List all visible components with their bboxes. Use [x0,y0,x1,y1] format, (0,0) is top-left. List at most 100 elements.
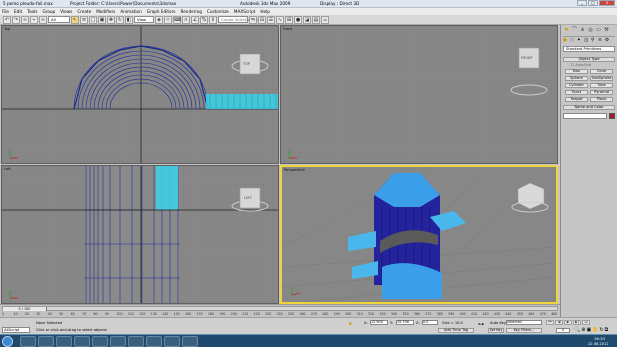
taskbar-3dsmax-icon[interactable] [128,336,144,347]
set-key-button[interactable]: Set Key [488,328,504,333]
viewport-left[interactable]: Left LEFT [1,165,279,304]
selection-filter-select[interactable]: All [48,16,70,23]
unlink-icon[interactable]: ⌁ [30,15,38,24]
zoom-all-icon[interactable]: ⊕ [581,327,585,334]
key-mode-select[interactable]: Selected [506,320,542,325]
render-frame-icon[interactable]: ▤ [312,15,320,24]
name-and-color-rollout[interactable]: Name and Color [563,105,615,110]
object-type-rollout[interactable]: Object Type [563,57,615,62]
torus-button[interactable]: Torus [565,90,588,95]
motion-tab-icon[interactable]: ◎ [587,27,594,34]
maximize-viewport-icon[interactable]: ⧉ [605,327,609,334]
align-icon[interactable]: ⊟ [258,15,266,24]
cameras-icon[interactable]: ◫ [584,38,590,43]
schematic-view-icon[interactable]: ⊞ [285,15,293,24]
cone-button[interactable]: Cone [590,69,613,74]
angle-snap-icon[interactable]: ∠ [191,15,199,24]
zoom-extents-icon[interactable]: ▣ [586,327,591,334]
select-by-name-icon[interactable]: ≡ [80,15,88,24]
primitive-category-select[interactable]: Standard Primitives [563,46,615,52]
geosphere-button[interactable]: GeoSphere [590,76,613,81]
modify-tab-icon[interactable]: ⌒ [571,27,578,34]
material-editor-icon[interactable]: ● [294,15,302,24]
pan-icon[interactable]: ✋ [592,327,598,334]
spinner-snap-icon[interactable]: ⇕ [209,15,217,24]
menu-file[interactable]: File [2,8,9,15]
cylinder-button[interactable]: Cylinder [565,83,588,88]
maximize-button[interactable]: □ [588,0,598,6]
menu-rendering[interactable]: Rendering [181,8,202,15]
taskbar-skype-icon[interactable] [92,336,108,347]
z-coord-field[interactable]: 0.0 [422,320,438,325]
plane-button[interactable]: Plane [590,97,613,102]
menu-group[interactable]: Group [42,8,55,15]
x-coord-field[interactable]: 12.900 [370,320,388,325]
mirror-icon[interactable]: ⇋ [249,15,257,24]
autogrid-checkbox[interactable]: ☐ AutoGrid [571,63,591,67]
snap-toggle-icon[interactable]: ∩ [182,15,190,24]
rectangle-selection-icon[interactable]: □ [89,15,97,24]
window-crossing-icon[interactable]: ▣ [98,15,106,24]
time-slider-thumb[interactable]: 0 / 100 [3,307,47,311]
taskbar-app-icon[interactable] [182,336,198,347]
previous-frame-icon[interactable]: ◀ [555,320,563,325]
reference-coordinate-select[interactable]: View [134,16,154,23]
bind-spacewarp-icon[interactable]: ≈ [39,15,47,24]
object-name-input[interactable] [563,113,607,119]
viewport-top[interactable]: Top TOP [1,25,279,164]
box-button[interactable]: Box [565,69,588,74]
set-key-icon[interactable]: ⊶ [478,321,486,329]
current-frame-field[interactable]: 0 [556,328,570,333]
taskbar-folder-icon[interactable] [38,336,54,347]
menu-create[interactable]: Create [77,8,91,15]
menu-views[interactable]: Views [60,8,72,15]
spacewarps-icon[interactable]: ≋ [598,38,604,43]
viewport-label-front[interactable]: Front [283,27,292,31]
sphere-button[interactable]: Sphere [565,76,588,81]
named-selection-set-input[interactable]: Create Selection Se [218,16,258,23]
menu-help[interactable]: Help [260,8,270,15]
object-color-swatch[interactable] [609,113,615,119]
link-icon[interactable]: ∞ [21,15,29,24]
taskbar-steam-icon[interactable] [146,336,162,347]
viewcube-front-label[interactable]: FRONT [521,56,533,60]
lock-selection-icon[interactable]: 🔒 [348,321,352,325]
select-object-icon[interactable]: ↖ [71,15,79,24]
go-to-end-icon[interactable]: ⏭ [582,320,590,325]
viewcube-top-label[interactable]: TOP [243,62,250,66]
pyramid-button[interactable]: Pyramid [590,90,613,95]
taskbar-ie-icon[interactable] [20,336,36,347]
utilities-tab-icon[interactable]: ⚒ [603,27,610,34]
shapes-icon[interactable]: ◌ [570,38,576,43]
viewcube-left-label[interactable]: LEFT [244,196,252,200]
systems-icon[interactable]: ⚙ [605,38,611,43]
manipulate-icon[interactable]: ✧ [164,15,172,24]
select-rotate-icon[interactable]: ↻ [116,15,124,24]
create-tab-icon[interactable]: ✸ [563,27,570,34]
menu-customize[interactable]: Customize [207,8,229,15]
orbit-icon[interactable]: ↻ [599,327,603,334]
next-frame-icon[interactable]: ▶| [573,320,581,325]
menu-modifiers[interactable]: Modifiers [96,8,115,15]
start-button-icon[interactable] [2,336,13,347]
teapot-button[interactable]: Teapot [565,97,588,102]
menu-animation[interactable]: Animation [120,8,141,15]
lights-icon[interactable]: ✦ [577,38,583,43]
y-coord-field[interactable]: 15.798 [396,320,414,325]
viewport-label-top[interactable]: Top [4,27,10,31]
taskbar-photoshop-icon[interactable] [164,336,180,347]
keyboard-shortcut-icon[interactable]: ⌨ [173,15,181,24]
pivot-center-icon[interactable]: ◈ [155,15,163,24]
select-move-icon[interactable]: ✥ [107,15,115,24]
go-to-start-icon[interactable]: ⏮ [546,320,554,325]
menu-edit[interactable]: Edit [14,8,22,15]
quick-render-icon[interactable]: ☕ [321,15,329,24]
taskbar-word-icon[interactable] [110,336,126,347]
viewport-label-left[interactable]: Left [4,167,11,171]
maxscript-listener[interactable]: AXScript [2,327,30,333]
display-tab-icon[interactable]: ▭ [595,27,602,34]
curve-editor-icon[interactable]: ∿ [276,15,284,24]
hierarchy-tab-icon[interactable]: ⋔ [579,27,586,34]
render-setup-icon[interactable]: ◪ [303,15,311,24]
close-button[interactable]: x [599,0,615,6]
